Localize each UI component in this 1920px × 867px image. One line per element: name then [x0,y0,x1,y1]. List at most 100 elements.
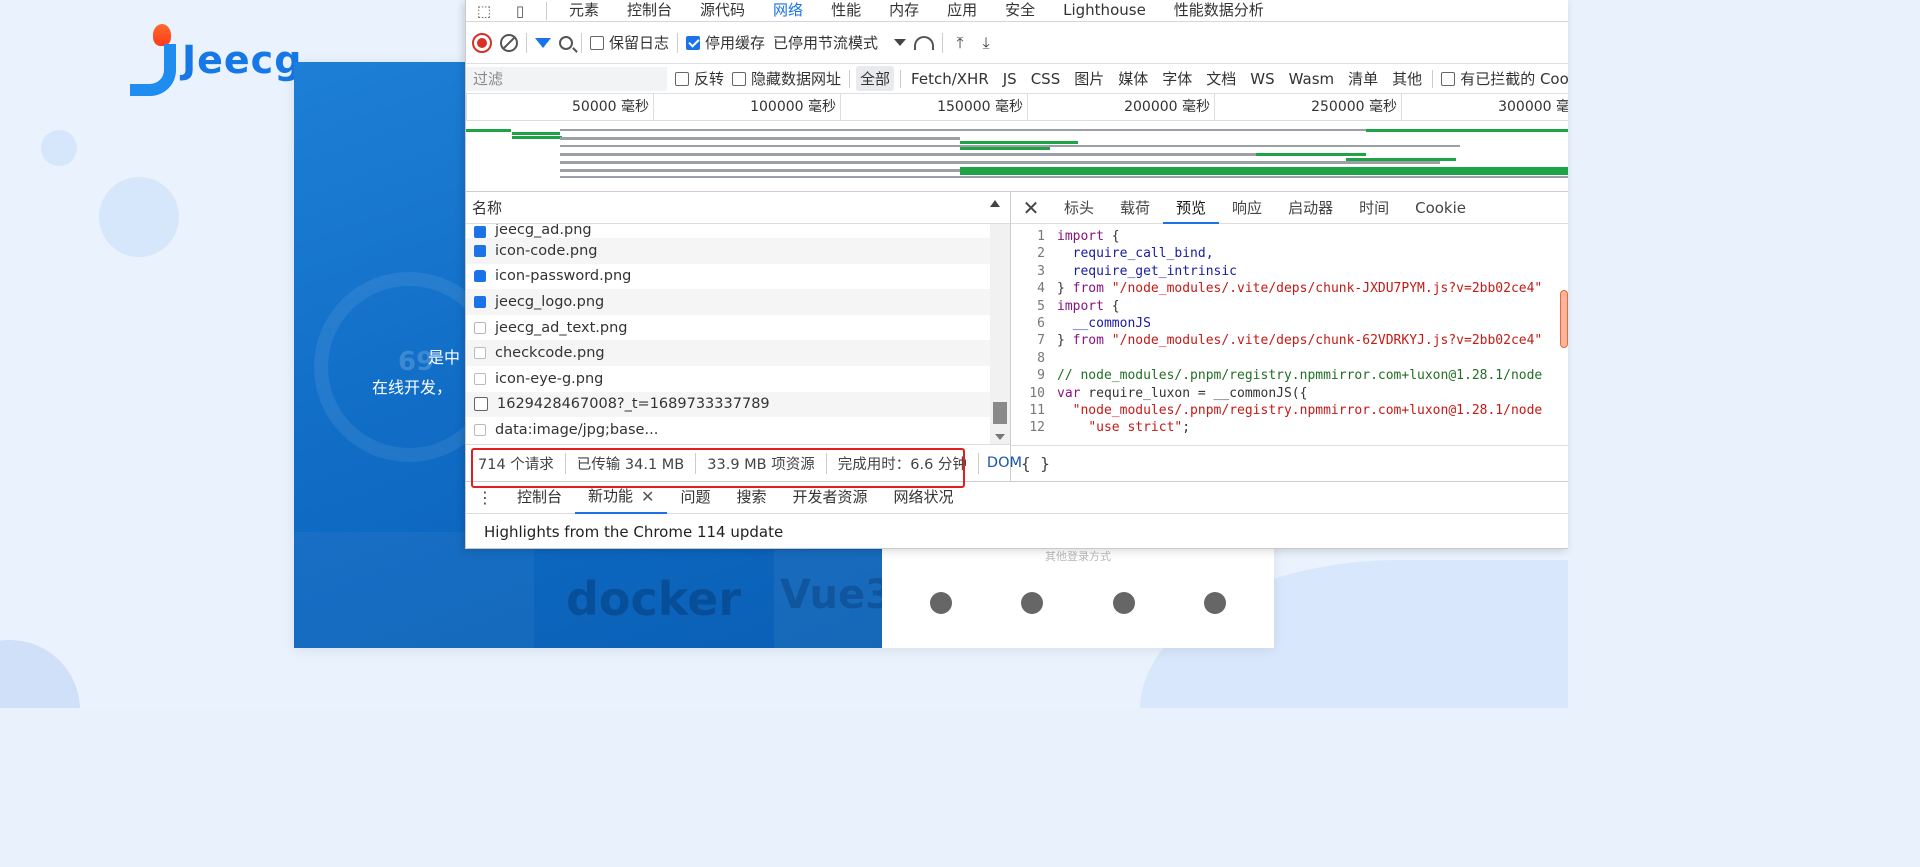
vue-logo-text: Vue3 [780,572,882,618]
tab-drawer-4[interactable]: 开发者资源 [779,481,880,514]
tab-devtools-0[interactable]: 元素 [555,0,613,22]
filter-type-11[interactable]: 其他 [1388,66,1426,91]
tab-devtools-4[interactable]: 性能 [817,0,875,22]
clear-button[interactable] [500,33,518,52]
checkbox-icon[interactable] [590,35,604,50]
blocked-cookies-checkbox[interactable]: 有已拦截的 Cookie [1441,68,1568,89]
search-icon[interactable] [559,35,573,50]
blank-image-icon [474,321,486,334]
request-row[interactable]: jeecg_ad_text.png [466,315,1010,341]
request-row[interactable]: data:image/jpg;base... [466,417,1010,443]
other-login-label: 其他登录方式 [1045,550,1111,563]
more-options-icon[interactable]: ⋮ [466,488,504,507]
scrollbar-thumb[interactable] [993,402,1007,424]
tab-detail-1[interactable]: 载荷 [1107,192,1163,224]
checkbox-icon[interactable] [1441,71,1456,86]
response-preview-code[interactable]: 1 import {2 require_call_bind, 3 require_g… [1011,224,1568,445]
request-name: jeecg_logo.png [495,293,605,310]
filter-type-4[interactable]: 图片 [1070,66,1108,91]
request-list-scrollbar[interactable] [990,224,1010,444]
tab-devtools-6[interactable]: 应用 [933,0,991,22]
filter-type-0[interactable]: 全部 [856,66,895,91]
filter-type-5[interactable]: 媒体 [1114,66,1152,91]
tab-detail-4[interactable]: 启动器 [1275,192,1346,224]
tab-devtools-9[interactable]: 性能数据分析 [1160,0,1278,22]
timeline-tick: 300000 毫秒 [1401,94,1568,121]
wechat-icon[interactable] [1203,592,1226,614]
disable-cache-checkbox[interactable]: 停用缓存 [686,32,765,53]
tab-devtools-3[interactable]: 网络 [759,0,817,22]
checkbox-checked-icon[interactable] [686,35,701,50]
slogan-line: 是中 [428,348,461,367]
code-scrollbar-thumb[interactable] [1560,290,1568,348]
whats-new-headline[interactable]: Highlights from the Chrome 114 update [484,523,783,541]
blank-image-icon [474,423,486,436]
filter-bar: 反转 隐藏数据网址 全部 Fetch/XHR JS CSS图片媒体字体文档 WS Wasm… [466,64,1568,94]
request-row[interactable]: jeecg_logo.png [466,289,1010,315]
code-line: 11 "node_modules/.pnpm/registry.npmmirro… [1011,402,1568,419]
request-list[interactable]: jeecg_ad.png icon-code.png icon-password.p… [466,224,1010,444]
filter-type-2[interactable]: JS [999,68,1021,90]
code-line: 1 import { [1011,228,1568,245]
request-row[interactable]: checkcode.png [466,340,1010,366]
name-column-header[interactable]: 名称 [466,192,1010,224]
timeline-tick-label: 100000 毫秒 [750,99,836,115]
device-toolbar-icon[interactable]: ▯ [502,0,538,22]
filter-icon[interactable] [535,37,551,48]
inspect-element-icon[interactable]: ⬚ [466,0,502,22]
tab-drawer-3[interactable]: 搜索 [723,481,779,514]
filter-type-7[interactable]: 文档 [1202,66,1240,91]
throttle-select[interactable]: 已停用节流模式 [773,32,907,53]
filter-type-6[interactable]: 字体 [1158,66,1196,91]
checkbox-icon[interactable] [675,71,689,86]
network-conditions-icon[interactable] [914,35,935,50]
tab-devtools-8[interactable]: Lighthouse [1049,0,1160,22]
preserve-log-checkbox[interactable]: 保留日志 [590,32,669,53]
tab-detail-5[interactable]: 时间 [1346,192,1402,224]
request-row[interactable]: icon-eye-g.png [466,366,1010,392]
tab-drawer-1[interactable]: 新功能 ✕ [575,480,668,514]
tab-drawer-0[interactable]: 控制台 [504,481,575,514]
network-timeline-overview[interactable]: 50000 毫秒 100000 毫秒 150000 毫秒 200000 毫秒 25000… [466,94,1568,192]
tab-drawer-2[interactable]: 问题 [667,481,723,514]
request-row[interactable]: 1629428467008?_t=1689733337789 [466,391,1010,418]
image-icon [474,295,486,308]
filter-type-3[interactable]: CSS [1027,68,1065,90]
request-name: 1629428467008?_t=1689733337789 [497,396,770,413]
dingtalk-icon[interactable] [1021,592,1044,614]
upload-har-icon[interactable]: ⤒ [951,33,969,53]
close-icon[interactable]: ✕ [1011,196,1051,220]
close-icon[interactable]: ✕ [641,480,654,513]
tab-detail-2[interactable]: 预览 [1163,192,1220,224]
name-column-label: 名称 [472,199,503,217]
download-har-icon[interactable]: ⤓ [977,33,995,53]
hide-data-urls-checkbox[interactable]: 隐藏数据网址 [732,68,841,89]
tab-drawer-5[interactable]: 网络状况 [880,481,966,514]
filter-type-8[interactable]: WS [1246,68,1278,90]
request-row[interactable]: icon-code.png [466,238,1010,264]
request-row[interactable]: jeecg_ad.png [466,224,1010,238]
tab-detail-6[interactable]: Cookie [1402,192,1479,224]
filter-type-10[interactable]: 清单 [1344,66,1382,91]
filter-type-9[interactable]: Wasm [1285,68,1339,90]
social-login-row [918,592,1238,614]
tab-devtools-1[interactable]: 控制台 [613,0,686,22]
tab-detail-0[interactable]: 标头 [1051,192,1107,224]
request-row[interactable]: icon-password.png [466,264,1010,290]
tab-devtools-5[interactable]: 内存 [875,0,933,22]
pretty-print-button[interactable]: { } [1011,445,1568,481]
code-text: "use strict"; [1088,420,1191,436]
scroll-down-icon[interactable] [995,434,1005,440]
github-icon[interactable] [930,592,952,614]
checkbox-icon[interactable] [732,71,747,86]
code-line: 2 require_call_bind, [1011,245,1568,262]
feishu-icon[interactable] [1112,592,1135,614]
line-number: 7 [1037,333,1045,349]
tab-detail-3[interactable]: 响应 [1219,192,1275,224]
filter-type-1[interactable]: Fetch/XHR [907,68,993,90]
tab-devtools-2[interactable]: 源代码 [686,0,759,22]
stop-recording-button[interactable] [472,32,492,53]
invert-checkbox[interactable]: 反转 [675,68,724,89]
tab-devtools-7[interactable]: 安全 [991,0,1049,22]
filter-input[interactable] [466,66,667,91]
